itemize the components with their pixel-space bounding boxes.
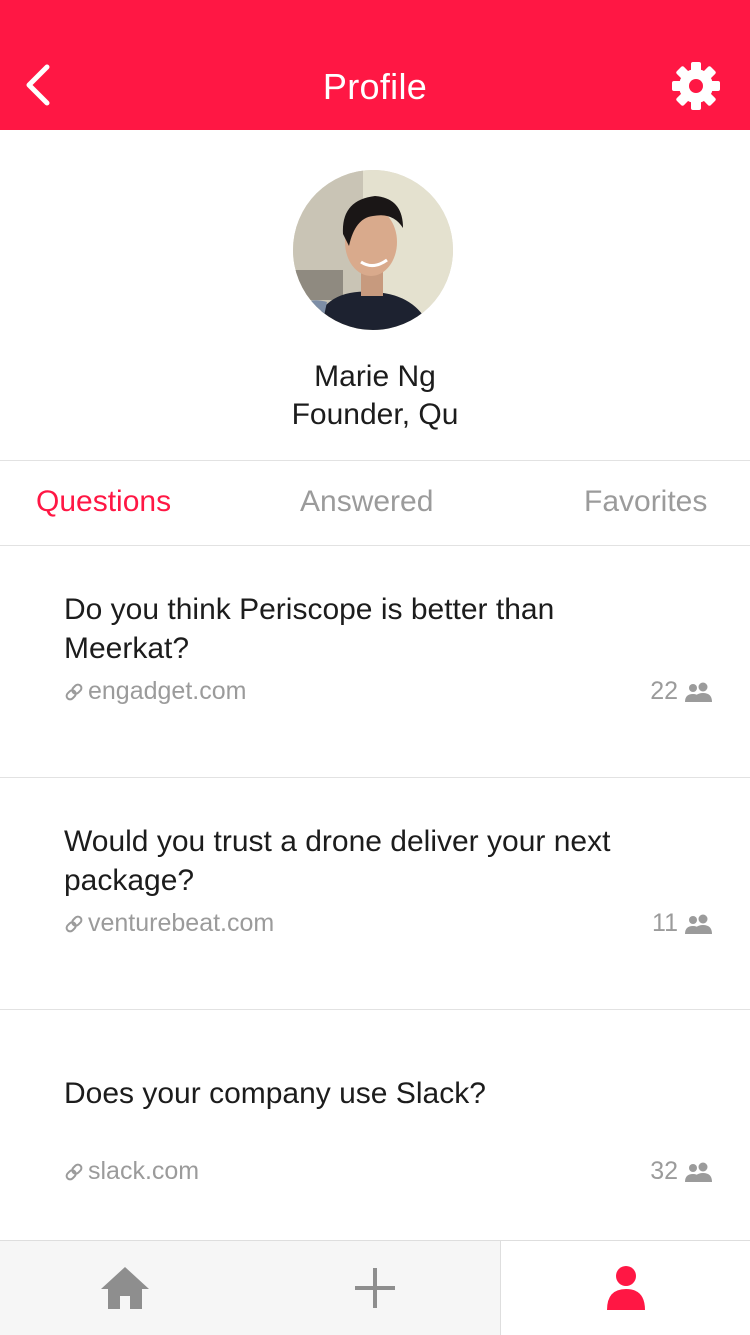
question-source[interactable]: slack.com	[64, 1157, 199, 1186]
header-bar: Profile	[0, 0, 750, 130]
gear-icon	[672, 62, 720, 110]
page-title: Profile	[322, 66, 428, 107]
link-icon	[65, 683, 83, 700]
question-source[interactable]: engadget.com	[64, 677, 246, 706]
question-text: Would you trust a drone deliver your nex…	[64, 825, 611, 897]
source-label: slack.com	[88, 1157, 200, 1185]
tab-answered[interactable]: Answered	[300, 485, 433, 519]
profile-name: Marie Ng	[314, 360, 436, 393]
count-value: 22	[650, 677, 678, 705]
person-icon	[607, 1266, 645, 1310]
tab-questions[interactable]: Questions	[36, 485, 171, 519]
tabbar-profile-button[interactable]	[500, 1241, 750, 1335]
plus-icon	[355, 1268, 395, 1308]
people-icon	[685, 1162, 712, 1182]
avatar[interactable]	[293, 170, 453, 330]
source-label: engadget.com	[88, 677, 247, 705]
participant-count: 22	[650, 677, 714, 706]
tabbar-add-button[interactable]	[250, 1241, 500, 1335]
question-text: Does your company use Slack?	[64, 1077, 486, 1110]
bottom-tab-bar	[0, 1240, 750, 1335]
count-value: 32	[650, 1157, 678, 1185]
profile-role: Founder, Qu	[291, 398, 459, 431]
question-item[interactable]: Do you think Periscope is better than Me…	[0, 546, 750, 778]
link-icon	[65, 1163, 83, 1180]
participant-count: 11	[652, 909, 714, 938]
settings-button[interactable]	[670, 60, 722, 112]
profile-section: Marie Ng Founder, Qu	[0, 130, 750, 461]
source-label: venturebeat.com	[88, 909, 275, 937]
question-list: Do you think Periscope is better than Me…	[0, 546, 750, 1242]
question-item[interactable]: Would you trust a drone deliver your nex…	[0, 778, 750, 1010]
participant-count: 32	[650, 1157, 714, 1186]
question-item[interactable]: Does your company use Slack? slack.com 3…	[0, 1010, 750, 1242]
people-icon	[685, 682, 712, 702]
link-icon	[65, 915, 83, 932]
people-icon	[685, 914, 712, 934]
question-text: Do you think Periscope is better than Me…	[64, 593, 555, 665]
tab-favorites[interactable]: Favorites	[584, 485, 707, 519]
profile-tabs: Questions Answered Favorites	[0, 461, 750, 546]
home-icon	[101, 1267, 149, 1309]
count-value: 11	[652, 909, 678, 937]
question-source[interactable]: venturebeat.com	[64, 909, 274, 938]
tabbar-home-button[interactable]	[0, 1241, 250, 1335]
avatar-photo	[293, 170, 453, 330]
